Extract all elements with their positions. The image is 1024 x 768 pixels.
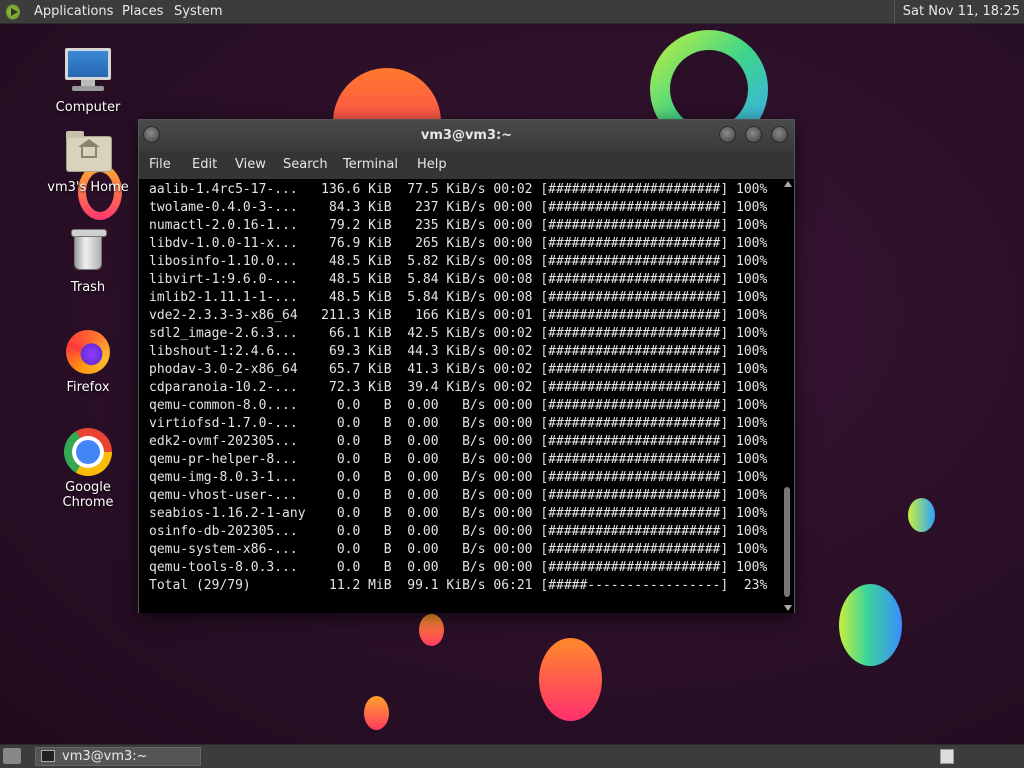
desktop-icon-trash[interactable]: Trash <box>38 228 138 295</box>
menu-help[interactable]: Help <box>417 151 447 179</box>
top-panel: Applications Places System Sat Nov 11, 1… <box>0 0 1024 24</box>
terminal-line: imlib2-1.11.1-1-... 48.5 KiB 5.84 KiB/s … <box>149 290 768 305</box>
desktop-icon-label: Trash <box>70 280 106 295</box>
terminal-line: aalib-1.4rc5-17-... 136.6 KiB 77.5 KiB/s… <box>149 182 768 197</box>
terminal-scrollbar[interactable] <box>781 179 794 613</box>
terminal-line: vde2-2.3.3-3-x86_64 211.3 KiB 166 KiB/s … <box>149 308 768 323</box>
terminal-line: Total (29/79) 11.2 MiB 99.1 KiB/s 06:21 … <box>149 578 768 593</box>
window-menu-icon[interactable] <box>143 126 160 143</box>
bottom-panel: vm3@vm3:~ <box>0 744 1024 768</box>
close-button[interactable] <box>771 126 788 143</box>
menu-file[interactable]: File <box>149 151 171 179</box>
computer-icon <box>64 48 112 96</box>
applications-menu[interactable]: Applications <box>34 0 113 24</box>
desktop-icon-label: Google Chrome <box>62 480 114 510</box>
terminal-line: qemu-system-x86-... 0.0 B 0.00 B/s 00:00… <box>149 542 768 557</box>
terminal-line: numactl-2.0.16-1... 79.2 KiB 235 KiB/s 0… <box>149 218 768 233</box>
terminal-line: qemu-vhost-user-... 0.0 B 0.00 B/s 00:00… <box>149 488 768 503</box>
terminal-line: qemu-tools-8.0.3... 0.0 B 0.00 B/s 00:00… <box>149 560 768 575</box>
menu-view[interactable]: View <box>235 151 266 179</box>
minimize-button[interactable] <box>719 126 736 143</box>
terminal-line: phodav-3.0-2-x86_64 65.7 KiB 41.3 KiB/s … <box>149 362 768 377</box>
decorative-shape <box>539 638 602 721</box>
terminal-icon <box>41 750 55 762</box>
system-menu[interactable]: System <box>174 0 222 24</box>
terminal-line: qemu-common-8.0.... 0.0 B 0.00 B/s 00:00… <box>149 398 768 413</box>
terminal-line: sdl2_image-2.6.3... 66.1 KiB 42.5 KiB/s … <box>149 326 768 341</box>
desktop-icon-label: Firefox <box>66 380 110 395</box>
home-folder-icon <box>64 128 112 176</box>
terminal-window[interactable]: vm3@vm3:~ File Edit View Search Terminal… <box>138 119 795 613</box>
terminal-line: libshout-1:2.4.6... 69.3 KiB 44.3 KiB/s … <box>149 344 768 359</box>
menu-search[interactable]: Search <box>283 151 328 179</box>
taskbar-item-label: vm3@vm3:~ <box>62 749 148 764</box>
terminal-line: edk2-ovmf-202305... 0.0 B 0.00 B/s 00:00… <box>149 434 768 449</box>
menu-terminal[interactable]: Terminal <box>343 151 398 179</box>
desktop-icon-home[interactable]: vm3's Home <box>38 128 138 195</box>
terminal-line: libdv-1.0.0-11-x... 76.9 KiB 265 KiB/s 0… <box>149 236 768 251</box>
desktop-icon-chrome[interactable]: Google Chrome <box>38 428 138 510</box>
menu-edit[interactable]: Edit <box>192 151 217 179</box>
scrollbar-thumb[interactable] <box>784 487 790 597</box>
window-menubar: File Edit View Search Terminal Help <box>139 151 794 179</box>
terminal-line: virtiofsd-1.7.0-... 0.0 B 0.00 B/s 00:00… <box>149 416 768 431</box>
maximize-button[interactable] <box>745 126 762 143</box>
terminal-line: seabios-1.16.2-1-any 0.0 B 0.00 B/s 00:0… <box>149 506 768 521</box>
firefox-icon <box>64 328 112 376</box>
desktop-icon-label: vm3's Home <box>47 180 129 195</box>
trash-icon <box>64 228 112 276</box>
show-desktop-icon[interactable] <box>3 748 21 764</box>
scroll-up-icon[interactable] <box>784 181 792 187</box>
terminal-line: qemu-img-8.0.3-1... 0.0 B 0.00 B/s 00:00… <box>149 470 768 485</box>
places-menu[interactable]: Places <box>122 0 163 24</box>
window-title: vm3@vm3:~ <box>420 128 513 143</box>
terminal-line: cdparanoia-10.2-... 72.3 KiB 39.4 KiB/s … <box>149 380 768 395</box>
window-titlebar[interactable]: vm3@vm3:~ <box>139 120 794 151</box>
decorative-shape <box>364 696 389 730</box>
terminal-line: libosinfo-1.10.0... 48.5 KiB 5.82 KiB/s … <box>149 254 768 269</box>
terminal-line: libvirt-1:9.6.0-... 48.5 KiB 5.84 KiB/s … <box>149 272 768 287</box>
terminal-line: osinfo-db-202305... 0.0 B 0.00 B/s 00:00… <box>149 524 768 539</box>
scroll-down-icon[interactable] <box>784 605 792 611</box>
desktop-icon-firefox[interactable]: Firefox <box>38 328 138 395</box>
clock[interactable]: Sat Nov 11, 18:25 <box>893 0 1020 24</box>
workspace-switcher[interactable] <box>940 749 954 764</box>
decorative-shape <box>908 498 935 532</box>
terminal-line: qemu-pr-helper-8... 0.0 B 0.00 B/s 00:00… <box>149 452 768 467</box>
chrome-icon <box>64 428 112 476</box>
desktop-icon-label: Computer <box>55 100 121 115</box>
menu-logo-icon[interactable] <box>6 4 22 20</box>
terminal-line: twolame-0.4.0-3-... 84.3 KiB 237 KiB/s 0… <box>149 200 768 215</box>
taskbar-item-terminal[interactable]: vm3@vm3:~ <box>35 747 201 766</box>
desktop-icon-computer[interactable]: Computer <box>38 46 138 115</box>
terminal-output[interactable]: aalib-1.4rc5-17-... 136.6 KiB 77.5 KiB/s… <box>139 179 782 613</box>
decorative-shape <box>839 584 902 666</box>
decorative-shape <box>419 614 444 646</box>
